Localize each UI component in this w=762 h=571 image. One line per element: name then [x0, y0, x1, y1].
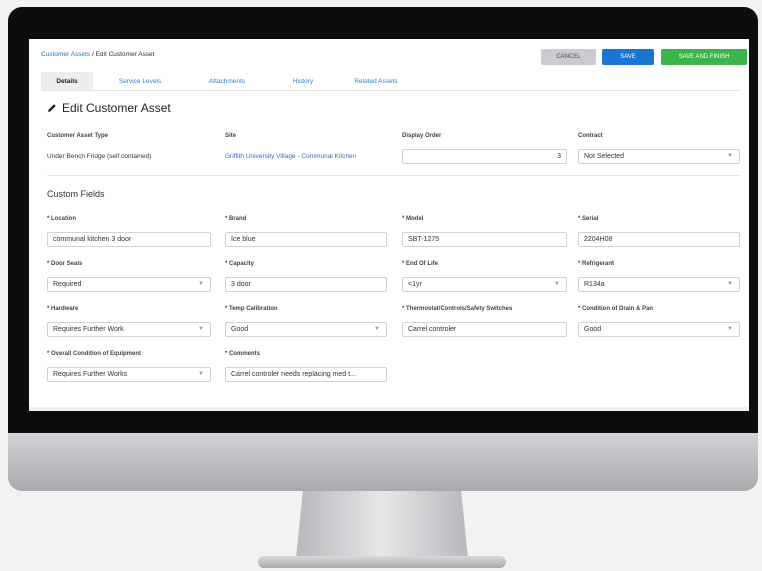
comments-input[interactable]: Carrel controler needs replacing med t..… [225, 367, 387, 382]
drain-pan-select[interactable]: Good ▼ [578, 322, 740, 337]
label-overall-condition: * Overall Condition of Equipment [47, 351, 142, 357]
monitor-chin [8, 433, 758, 491]
tab-related-assets[interactable]: Related Assets [346, 72, 406, 90]
label-asset-type: Customer Asset Type [47, 133, 109, 139]
screen-footer-strip [29, 407, 749, 411]
refrigerant-select[interactable]: R134a ▼ [578, 277, 740, 292]
chevron-down-icon: ▼ [727, 326, 733, 332]
location-input[interactable]: communal kitchen 3 door [47, 232, 211, 247]
model-input[interactable]: SBT-1275 [402, 232, 567, 247]
tab-bar: Details Service Levels Attachments Histo… [41, 72, 741, 91]
label-model: * Model [402, 216, 424, 222]
label-display-order: Display Order [402, 133, 442, 139]
form-title-text: Edit Customer Asset [62, 101, 171, 115]
label-temp-calibration: * Temp Calibration [225, 306, 278, 312]
label-capacity: * Capacity [225, 261, 255, 267]
tab-service-levels[interactable]: Service Levels [109, 72, 171, 90]
label-end-of-life: * End Of Life [402, 261, 438, 267]
contract-select-value: Not Selected [584, 153, 625, 160]
overall-condition-select[interactable]: Requires Further Works ▼ [47, 367, 211, 382]
chevron-down-icon: ▼ [727, 153, 733, 159]
label-refrigerant: * Refrigerant [578, 261, 615, 267]
label-thermostat: * Thermostat/Controls/Safety Switches [402, 306, 513, 312]
breadcrumb-current: Edit Customer Asset [95, 51, 155, 58]
temp-calibration-select[interactable]: Good ▼ [225, 322, 387, 337]
breadcrumb-parent-link[interactable]: Customer Assets [41, 51, 90, 58]
door-seals-value: Required [53, 281, 82, 288]
chevron-down-icon: ▼ [727, 281, 733, 287]
tab-details[interactable]: Details [41, 72, 93, 90]
breadcrumb: Customer Assets / Edit Customer Asset [41, 51, 154, 58]
refrigerant-value: R134a [584, 281, 605, 288]
save-button[interactable]: SAVE [602, 49, 654, 65]
drain-pan-value: Good [584, 326, 602, 333]
chevron-down-icon: ▼ [374, 326, 380, 332]
hardware-value: Requires Further Work [53, 326, 124, 333]
label-site: Site [225, 133, 237, 139]
contract-select[interactable]: Not Selected ▼ [578, 149, 740, 164]
monitor-stand-base [258, 556, 506, 568]
monitor-stand [296, 491, 468, 559]
site-link[interactable]: Griffith University Village - Communal K… [225, 153, 356, 160]
label-serial: * Serial [578, 216, 599, 222]
top-bar: Customer Assets / Edit Customer Asset CA… [29, 39, 749, 73]
label-comments: * Comments [225, 351, 261, 357]
hardware-select[interactable]: Requires Further Work ▼ [47, 322, 211, 337]
tab-attachments[interactable]: Attachments [201, 72, 253, 90]
chevron-down-icon: ▼ [198, 326, 204, 332]
display-order-input[interactable]: 3 [402, 149, 567, 164]
label-drain-pan: * Condition of Drain & Pan [578, 306, 653, 312]
capacity-input[interactable]: 3 door [225, 277, 387, 292]
custom-fields-title: Custom Fields [47, 189, 105, 199]
label-brand: * Brand [225, 216, 247, 222]
pencil-icon [48, 104, 56, 112]
chevron-down-icon: ▼ [554, 281, 560, 287]
thermostat-input[interactable]: Carrel controler [402, 322, 567, 337]
save-and-finish-button[interactable]: SAVE AND FINISH [661, 49, 747, 65]
app-screen: Customer Assets / Edit Customer Asset CA… [29, 39, 749, 411]
label-hardware: * Hardware [47, 306, 79, 312]
brand-input[interactable]: Ice blue [225, 232, 387, 247]
cancel-button[interactable]: CANCEL [541, 49, 596, 65]
door-seals-select[interactable]: Required ▼ [47, 277, 211, 292]
end-of-life-select[interactable]: <1yr ▼ [402, 277, 567, 292]
label-door-seals: * Door Seals [47, 261, 83, 267]
end-of-life-value: <1yr [408, 281, 422, 288]
value-asset-type: Under Bench Fridge (self contained) [47, 153, 152, 160]
chevron-down-icon: ▼ [198, 281, 204, 287]
label-location: * Location [47, 216, 77, 222]
temp-calibration-value: Good [231, 326, 249, 333]
overall-condition-value: Requires Further Works [53, 371, 128, 378]
form-title: Edit Customer Asset [47, 101, 171, 115]
chevron-down-icon: ▼ [198, 371, 204, 377]
tab-history[interactable]: History [284, 72, 322, 90]
serial-input[interactable]: 2204H08 [578, 232, 740, 247]
divider [47, 175, 741, 176]
label-contract: Contract [578, 133, 603, 139]
